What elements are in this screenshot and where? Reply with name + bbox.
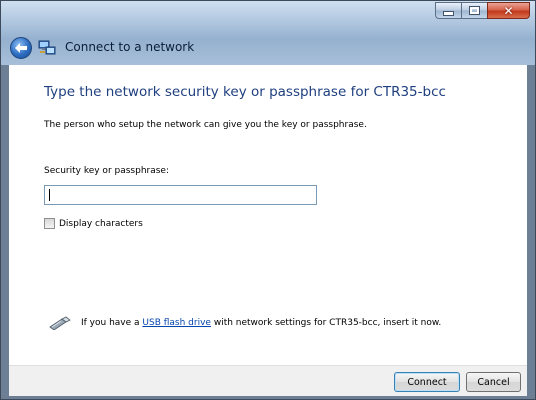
back-arrow-icon [15,43,27,53]
maximize-icon [470,7,479,14]
text-caret [49,189,50,201]
usb-flash-drive-link[interactable]: USB flash drive [142,318,211,328]
security-key-label: Security key or passphrase: [44,166,169,176]
cancel-button[interactable]: Cancel [466,372,521,392]
close-icon: ✕ [503,3,514,18]
connect-to-network-window: ✕ Connect to a network Type the network … [0,0,536,400]
instruction-text: The person who setup the network can giv… [44,120,367,130]
minimize-button[interactable] [435,2,461,19]
button-bar: Connect Cancel [9,365,527,396]
maximize-button[interactable] [461,2,487,19]
back-button[interactable] [10,37,32,59]
connect-button[interactable]: Connect [394,372,460,392]
page-heading: Type the network security key or passphr… [44,84,446,100]
display-characters-option[interactable]: Display characters [44,218,143,229]
security-key-input[interactable] [44,185,317,205]
usb-drive-icon [49,316,71,330]
display-characters-checkbox[interactable] [44,218,55,229]
close-button[interactable]: ✕ [487,2,530,19]
window-title: Connect to a network [65,40,195,54]
window-controls: ✕ [435,2,530,20]
dialog-content: Type the network security key or passphr… [9,65,527,365]
usb-hint-text: If you have a USB flash drive with netwo… [81,318,441,328]
usb-hint-prefix: If you have a [81,318,143,328]
network-icon [38,40,56,55]
usb-hint: If you have a USB flash drive with netwo… [49,316,441,330]
usb-hint-suffix: with network settings for CTR35-bcc, ins… [210,318,442,328]
display-characters-label: Display characters [59,218,143,229]
minimize-icon [444,12,453,15]
title-bar: ✕ Connect to a network [1,1,535,65]
